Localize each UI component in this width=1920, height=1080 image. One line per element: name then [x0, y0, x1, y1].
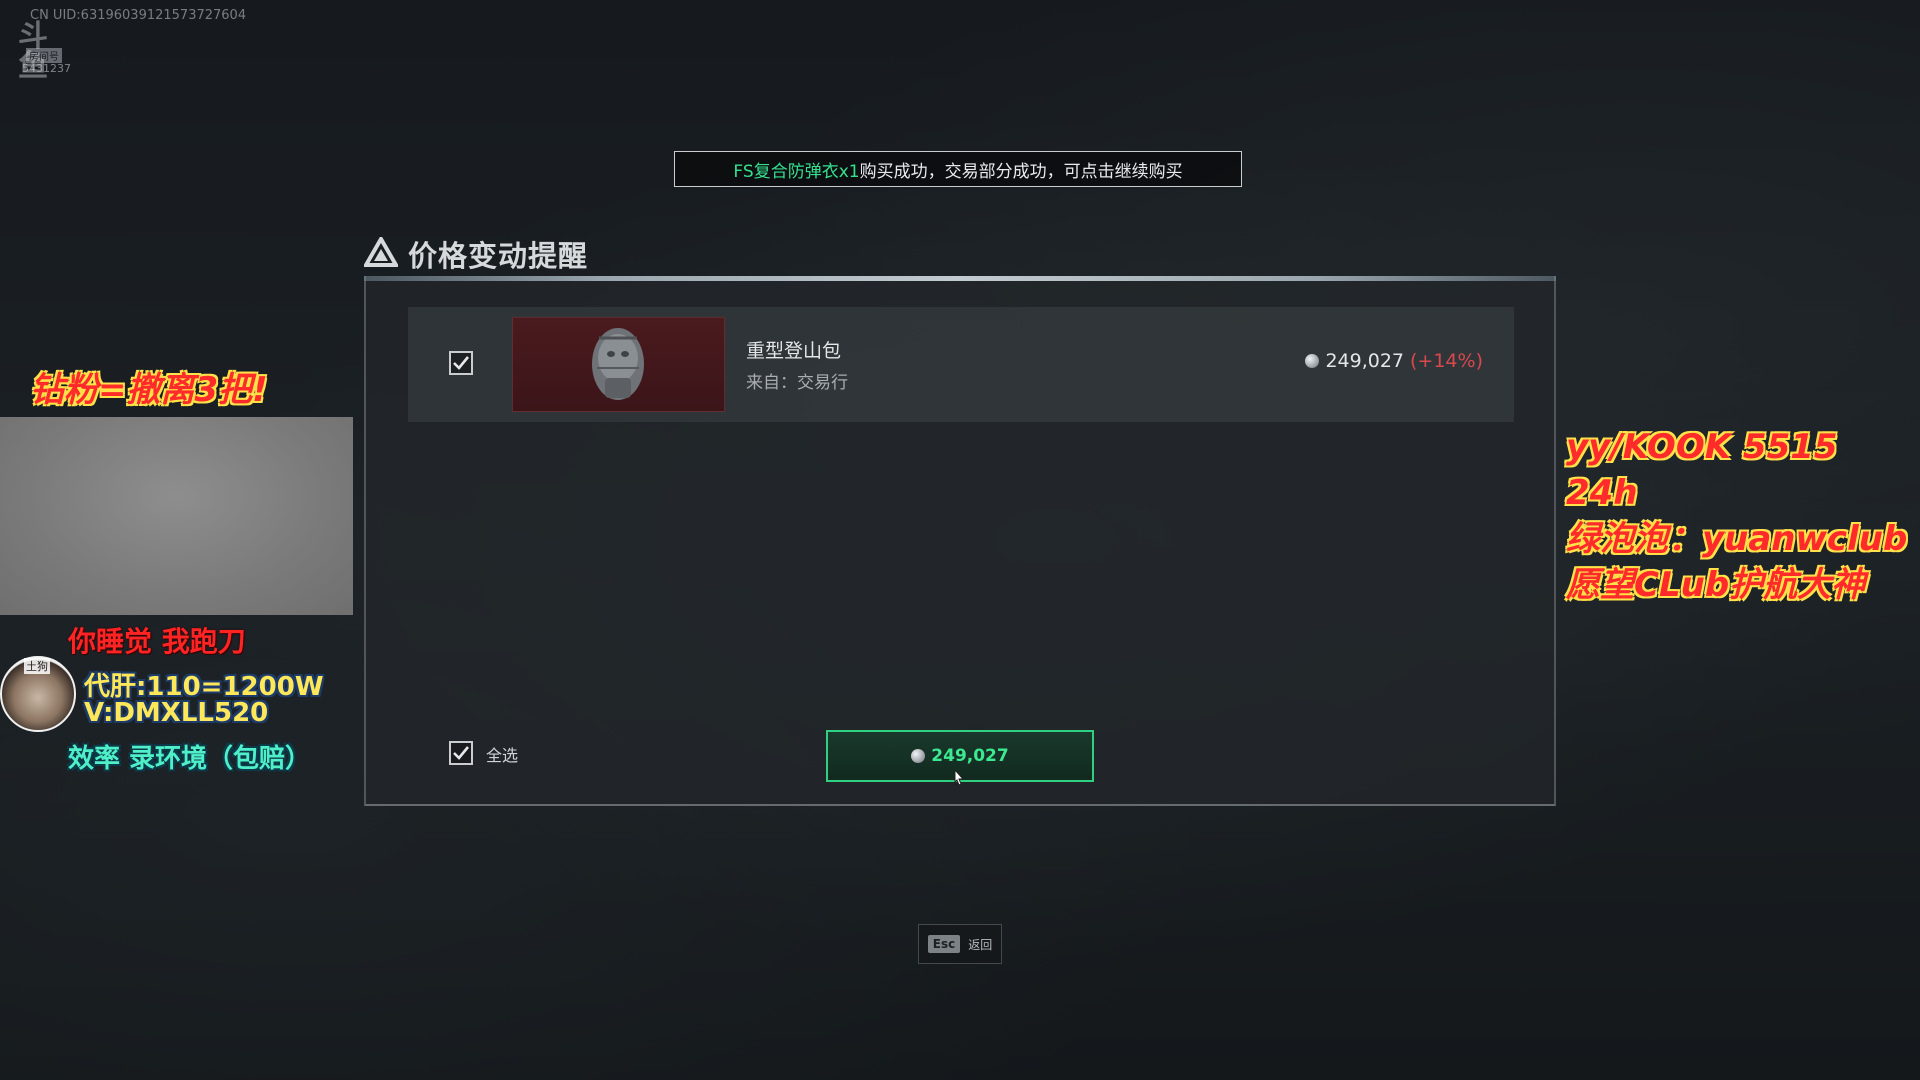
room-id: 5431237 — [22, 62, 71, 75]
select-all-checkbox[interactable] — [449, 741, 473, 765]
overlay-efficiency-line: 效率 录环境（包赔） — [68, 744, 312, 774]
overlay-right-line-3: 愿望CLub护航大神 — [1566, 565, 1866, 605]
purchased-item-name: FS复合防弹衣x1 — [733, 161, 860, 182]
overlay-promo-right: yy/KOOK 5515 24h 绿泡泡：yuanwclub 愿望CLub护航大… — [1566, 424, 1916, 608]
price-change-percent: (+14%) — [1410, 350, 1483, 372]
coin-icon — [911, 749, 926, 763]
dialog-top-divider — [364, 276, 1556, 281]
checkmark-icon — [453, 356, 470, 370]
item-price: 249,027 (+14%) — [1305, 350, 1483, 372]
avatar-tag: 土狗 — [24, 658, 50, 674]
streamer-uid: CN UID:631960391215737276​04 — [30, 8, 247, 23]
item-price-value: 249,027 — [1325, 350, 1405, 372]
game-screen: CN UID:631960391215737276​04 斗鱼 房间号 5431… — [0, 0, 1920, 1080]
item-name: 重型登山包 — [746, 340, 842, 362]
mouse-cursor-icon — [954, 768, 965, 786]
warning-icon — [362, 234, 400, 271]
coin-icon — [1305, 354, 1320, 368]
backpack-icon — [592, 328, 644, 400]
overlay-right-line-2: 绿泡泡：yuanwclub — [1566, 519, 1908, 559]
overlay-service-line-2: V:DMXLL520 — [84, 698, 269, 728]
item-source: 来自：交易行 — [746, 373, 848, 393]
purchase-notification: FS复合防弹衣x1 购买成功，交易部分成功，可点击继续购买 — [674, 151, 1242, 187]
dialog-header: 价格变动提醒 — [362, 234, 589, 274]
buy-amount: 249,027 — [931, 746, 1009, 766]
overlay-sleep-line: 你睡觉 我跑刀 — [68, 625, 246, 658]
douyu-logo: 斗鱼 房间号 — [18, 22, 76, 82]
overlay-right-line-1: yy/KOOK 5515 24h — [1566, 427, 1838, 513]
overlay-promo-left: 钻粉=撤离3把! — [30, 370, 268, 410]
webcam-area — [0, 417, 353, 615]
esc-key-icon: Esc — [927, 935, 961, 953]
purchase-message: 购买成功，交易部分成功，可点击继续购买 — [859, 161, 1183, 182]
item-thumbnail — [512, 317, 725, 412]
back-label: 返回 — [968, 937, 993, 952]
checkmark-icon — [453, 746, 470, 760]
dialog-title: 价格变动提醒 — [408, 239, 589, 273]
back-button[interactable]: Esc 返回 — [918, 924, 1002, 964]
select-all-label: 全选 — [486, 746, 519, 765]
item-checkbox[interactable] — [449, 351, 473, 375]
room-label: 房间号 — [26, 48, 62, 63]
